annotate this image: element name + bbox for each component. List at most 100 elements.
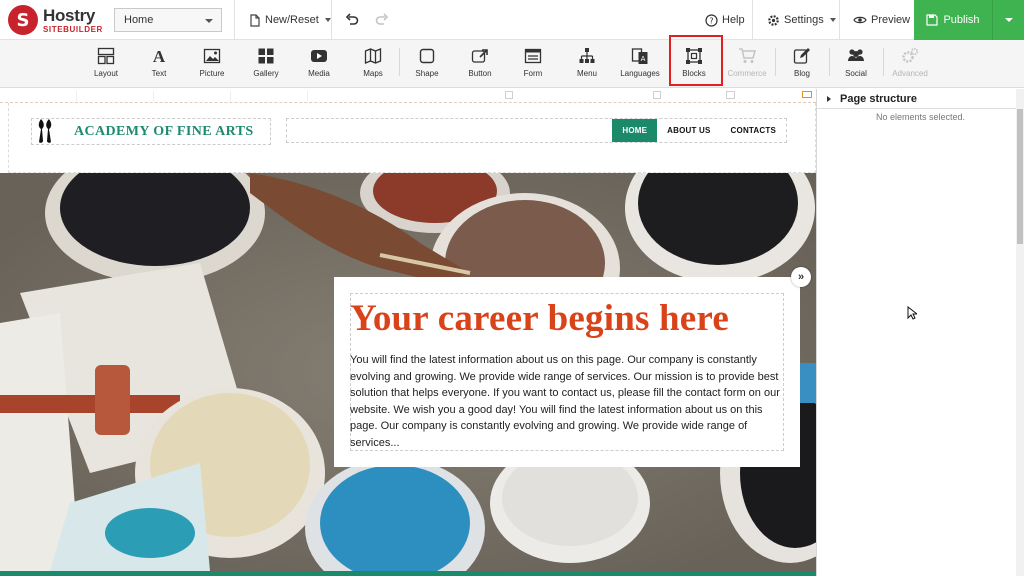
panel-title: Page structure (840, 92, 918, 105)
site-brand[interactable]: ACADEMY OF FINE ARTS (31, 118, 271, 145)
scrollbar-thumb[interactable] (1017, 109, 1023, 244)
svg-text:?: ? (709, 16, 713, 25)
tool-form[interactable]: Form (507, 44, 559, 84)
media-icon (311, 50, 327, 62)
tool-picture[interactable]: Picture (186, 44, 238, 84)
new-reset-label: New/Reset (265, 14, 319, 26)
tool-blog[interactable]: Blog (776, 44, 828, 84)
social-icon (848, 49, 864, 61)
gallery-icon (258, 48, 274, 64)
maps-icon (364, 48, 382, 64)
caret-right-icon (827, 95, 831, 102)
save-icon (926, 14, 939, 26)
hostry-logo[interactable]: S Hostry SITEBUILDER (8, 5, 103, 35)
tool-social[interactable]: Social (830, 44, 882, 84)
new-reset-button[interactable]: New/Reset (249, 0, 331, 40)
double-chevron-right-icon[interactable]: » (791, 267, 811, 287)
tool-menu[interactable]: Menu (561, 44, 613, 84)
page-select[interactable]: Home (114, 8, 222, 32)
insert-toolbar: Layout A Text Picture Gallery Media Maps… (0, 40, 1024, 88)
layout-icon (97, 47, 115, 65)
panel-empty-text: No elements selected. (875, 112, 966, 122)
advanced-icon (902, 47, 919, 63)
logo-name: Hostry (43, 5, 96, 25)
nav-item-contacts[interactable]: CONTACTS (721, 119, 786, 142)
site-nav[interactable]: HOME ABOUT US CONTACTS (286, 118, 787, 143)
tool-label: Commerce (727, 69, 767, 78)
hero-paragraph[interactable]: You will find the latest information abo… (350, 352, 786, 452)
site-header[interactable]: ACADEMY OF FINE ARTS HOME ABOUT US CONTA… (8, 103, 816, 173)
preview-label: Preview (871, 14, 911, 26)
page-structure-header[interactable]: Page structure (817, 89, 1024, 109)
tool-text[interactable]: A Text (133, 44, 185, 84)
divider (331, 0, 332, 40)
tool-media[interactable]: Media (293, 44, 345, 84)
redo-button[interactable] (375, 0, 389, 40)
picture-icon (203, 48, 221, 64)
tool-label: Form (523, 69, 543, 78)
publish-options-button[interactable] (992, 0, 1024, 40)
tool-label: Maps (363, 69, 383, 78)
laptop-icon[interactable] (726, 91, 735, 99)
desktop-icon[interactable] (802, 91, 812, 98)
site-brand-name: ACADEMY OF FINE ARTS (74, 123, 254, 139)
tool-gallery[interactable]: Gallery (240, 44, 292, 84)
brushes-logo-icon (38, 118, 52, 143)
tool-label: Shape (415, 69, 439, 78)
phone-icon[interactable] (505, 91, 513, 99)
redo-icon (375, 13, 389, 25)
tool-advanced[interactable]: Advanced (884, 44, 936, 84)
tool-label: Languages (620, 69, 660, 78)
nav-item-home[interactable]: HOME (612, 119, 658, 142)
divider (839, 0, 840, 40)
form-icon (524, 48, 542, 64)
publish-button[interactable]: Publish (914, 0, 992, 40)
divider (752, 0, 753, 40)
help-button[interactable]: ? Help (705, 0, 745, 40)
hero-title[interactable]: Your career begins here (350, 297, 729, 340)
shape-icon (419, 48, 435, 64)
blocks-highlight (669, 35, 723, 86)
eye-icon (853, 16, 867, 24)
languages-icon: A (631, 48, 648, 64)
tool-label: Media (308, 69, 330, 78)
tool-label: Social (845, 69, 867, 78)
svg-text:A: A (641, 55, 646, 63)
tool-label: Button (468, 69, 492, 78)
chevron-down-icon (829, 18, 836, 22)
tool-maps[interactable]: Maps (347, 44, 399, 84)
toolbar-divider (399, 48, 400, 76)
tool-layout[interactable]: Layout (80, 44, 132, 84)
settings-label: Settings (784, 14, 824, 26)
top-bar: S Hostry SITEBUILDER Home New/Reset ? He… (0, 0, 1024, 40)
undo-button[interactable] (345, 0, 359, 40)
chevron-down-icon (205, 19, 213, 23)
tool-button[interactable]: Button (454, 44, 506, 84)
svg-text:A: A (153, 47, 166, 65)
tool-label: Picture (199, 69, 225, 78)
preview-button[interactable]: Preview (853, 0, 910, 40)
page-structure-panel: Page structure No elements selected. (816, 89, 1024, 576)
text-icon: A (153, 47, 166, 65)
tool-label: Advanced (892, 69, 928, 78)
gear-icon (768, 14, 779, 26)
tool-languages[interactable]: A Languages (614, 44, 666, 84)
tool-shape[interactable]: Shape (401, 44, 453, 84)
editor-canvas[interactable]: ACADEMY OF FINE ARTS HOME ABOUT US CONTA… (0, 89, 816, 576)
chevron-down-icon (1004, 18, 1013, 22)
hero-bottom-strip (0, 571, 816, 576)
tool-commerce[interactable]: Commerce (721, 44, 773, 84)
button-icon (471, 49, 488, 63)
settings-button[interactable]: Settings (767, 0, 836, 40)
nav-item-about[interactable]: ABOUT US (657, 119, 720, 142)
divider (234, 0, 235, 40)
undo-icon (345, 13, 359, 25)
tablet-icon[interactable] (653, 91, 661, 99)
logo-subtitle: SITEBUILDER (43, 24, 103, 34)
panel-scrollbar[interactable] (1016, 89, 1024, 576)
tool-label: Menu (576, 69, 597, 78)
publish-group: Publish (914, 0, 1024, 40)
menu-icon (579, 48, 595, 63)
mouse-cursor-icon (907, 306, 917, 320)
hostry-logo-icon: S (8, 5, 38, 35)
